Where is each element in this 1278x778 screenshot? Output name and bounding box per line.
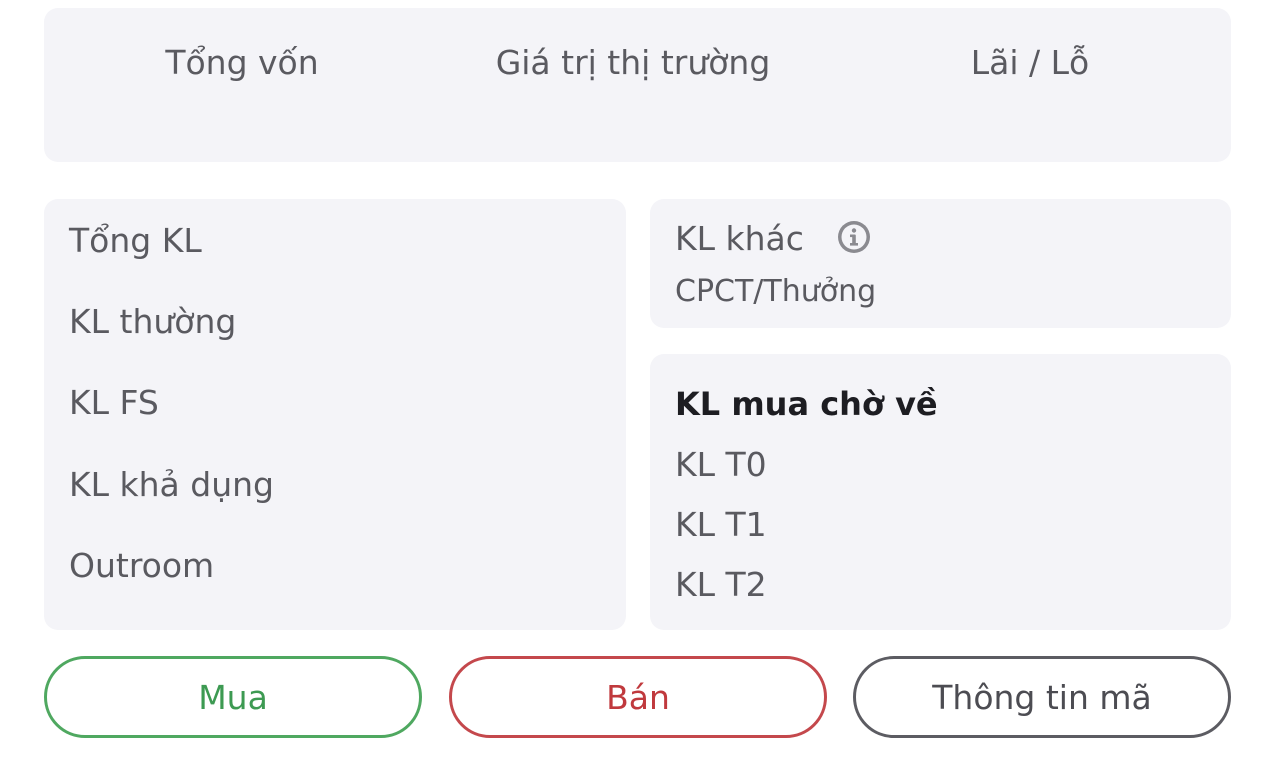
pending-buy-card: KL mua chờ về KL T0 KL T1 KL T2 (650, 354, 1231, 630)
normal-volume-label: KL thường (69, 302, 237, 341)
market-value-label: Giá trị thị trường (495, 43, 771, 82)
pending-buy-title: KL mua chờ về (675, 385, 938, 423)
profit-loss-label: Lãi / Lỗ (970, 43, 1090, 82)
sell-button[interactable]: Bán (449, 656, 827, 738)
fs-volume-label: KL FS (69, 383, 159, 422)
t1-volume-label: KL T1 (675, 505, 767, 544)
bonus-shares-label: CPCT/Thưởng (675, 274, 877, 309)
available-volume-label: KL khả dụng (69, 465, 274, 504)
total-volume-label: Tổng KL (69, 221, 202, 260)
stock-info-button[interactable]: Thông tin mã (853, 656, 1231, 738)
t0-volume-label: KL T0 (675, 445, 767, 484)
capital-label: Tổng vốn (165, 43, 319, 82)
other-volume-label: KL khác (675, 219, 804, 258)
buy-button[interactable]: Mua (44, 656, 422, 738)
other-volume-card: KL khác CPCT/Thưởng (650, 199, 1231, 328)
summary-card: Tổng vốn Giá trị thị trường Lãi / Lỗ (44, 8, 1231, 162)
outroom-label: Outroom (69, 546, 215, 585)
holdings-card: Tổng KL KL thường KL FS KL khả dụng Outr… (44, 199, 626, 630)
t2-volume-label: KL T2 (675, 565, 767, 604)
info-icon[interactable] (836, 219, 872, 255)
